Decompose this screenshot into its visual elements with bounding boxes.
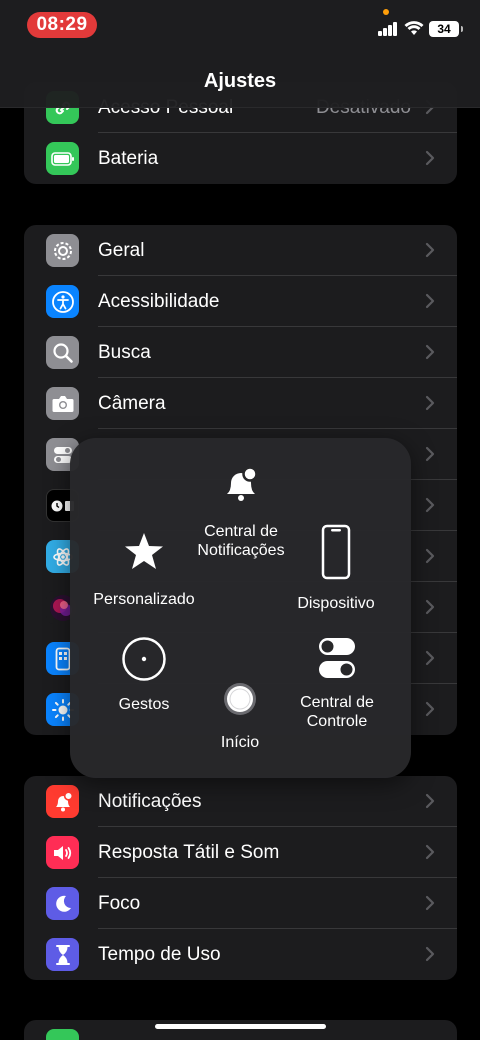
bell-badge-icon — [46, 785, 79, 818]
chevron-right-icon — [425, 701, 435, 717]
settings-row-sounds-haptics[interactable]: Resposta Tátil e Som — [24, 827, 457, 878]
home-indicator[interactable] — [155, 1024, 326, 1029]
row-label: Câmera — [98, 392, 166, 414]
at-gestures-button[interactable]: Gestos — [94, 636, 194, 714]
bell-badge-icon — [227, 466, 258, 501]
search-icon — [46, 336, 79, 369]
mic-indicator-dot — [383, 9, 389, 15]
row-label: Acessibilidade — [98, 290, 220, 312]
settings-group-notifications: Notificações Resposta Tátil e Som Foco T… — [24, 776, 457, 980]
at-device-button[interactable]: Dispositivo — [286, 524, 386, 613]
home-button-icon — [224, 683, 256, 715]
settings-row-screen-time[interactable]: Tempo de Uso — [24, 929, 457, 980]
moon-icon — [46, 887, 79, 920]
settings-group-next — [24, 1020, 457, 1040]
app-icon — [46, 1029, 79, 1040]
chevron-right-icon — [425, 497, 435, 513]
chevron-right-icon — [425, 344, 435, 360]
battery-indicator: 34 — [429, 21, 463, 37]
phone-device-icon — [321, 524, 351, 580]
control-center-icon — [319, 638, 355, 678]
star-icon — [125, 533, 163, 569]
settings-row-general[interactable]: Geral — [24, 225, 457, 276]
assistive-touch-menu: Central de Notificações Personalizado Di… — [70, 438, 411, 778]
at-label: Gestos — [118, 696, 170, 713]
at-control-center-button[interactable]: Central de Controle — [282, 636, 392, 731]
row-label: Geral — [98, 239, 145, 261]
gear-icon — [46, 234, 79, 267]
chevron-right-icon — [425, 446, 435, 462]
row-label: Notificações — [98, 790, 202, 812]
chevron-right-icon — [425, 395, 435, 411]
camera-icon — [46, 387, 79, 420]
battery-icon — [46, 142, 79, 175]
chevron-right-icon — [425, 844, 435, 860]
row-label: Tempo de Uso — [98, 943, 221, 965]
settings-row-camera[interactable]: Câmera — [24, 378, 457, 429]
settings-row-notifications[interactable]: Notificações — [24, 776, 457, 827]
chevron-right-icon — [425, 793, 435, 809]
at-label: Personalizado — [93, 591, 195, 608]
hourglass-icon — [46, 938, 79, 971]
chevron-right-icon — [425, 599, 435, 615]
settings-row-search[interactable]: Busca — [24, 327, 457, 378]
speaker-icon — [46, 836, 79, 869]
settings-row-focus[interactable]: Foco — [24, 878, 457, 929]
chevron-right-icon — [425, 242, 435, 258]
settings-row-battery[interactable]: Bateria — [24, 133, 457, 184]
chevron-right-icon — [425, 293, 435, 309]
settings-row-partial[interactable] — [24, 1020, 457, 1040]
wifi-icon — [404, 21, 424, 35]
chevron-right-icon — [425, 650, 435, 666]
at-label: Início — [220, 734, 260, 751]
page-title: Ajustes — [203, 70, 277, 92]
accessibility-icon — [46, 285, 79, 318]
at-label: Central de Controle — [300, 694, 374, 730]
at-label: Dispositivo — [297, 595, 375, 612]
row-label: Resposta Tátil e Som — [98, 841, 280, 863]
chevron-right-icon — [425, 946, 435, 962]
row-label: Bateria — [98, 147, 159, 169]
gesture-circle-icon — [122, 637, 166, 681]
cellular-signal-icon — [378, 22, 398, 36]
chevron-right-icon — [425, 150, 435, 166]
settings-row-accessibility[interactable]: Acessibilidade — [24, 276, 457, 327]
row-label: Busca — [98, 341, 151, 363]
at-custom-button[interactable]: Personalizado — [84, 530, 204, 609]
chevron-right-icon — [425, 895, 435, 911]
at-home-button[interactable]: Início — [190, 681, 290, 752]
row-label: Foco — [98, 892, 141, 914]
time-pill[interactable]: 08:29 — [27, 12, 97, 38]
chevron-right-icon — [425, 548, 435, 564]
status-bar: 08:29 34 — [0, 0, 480, 56]
